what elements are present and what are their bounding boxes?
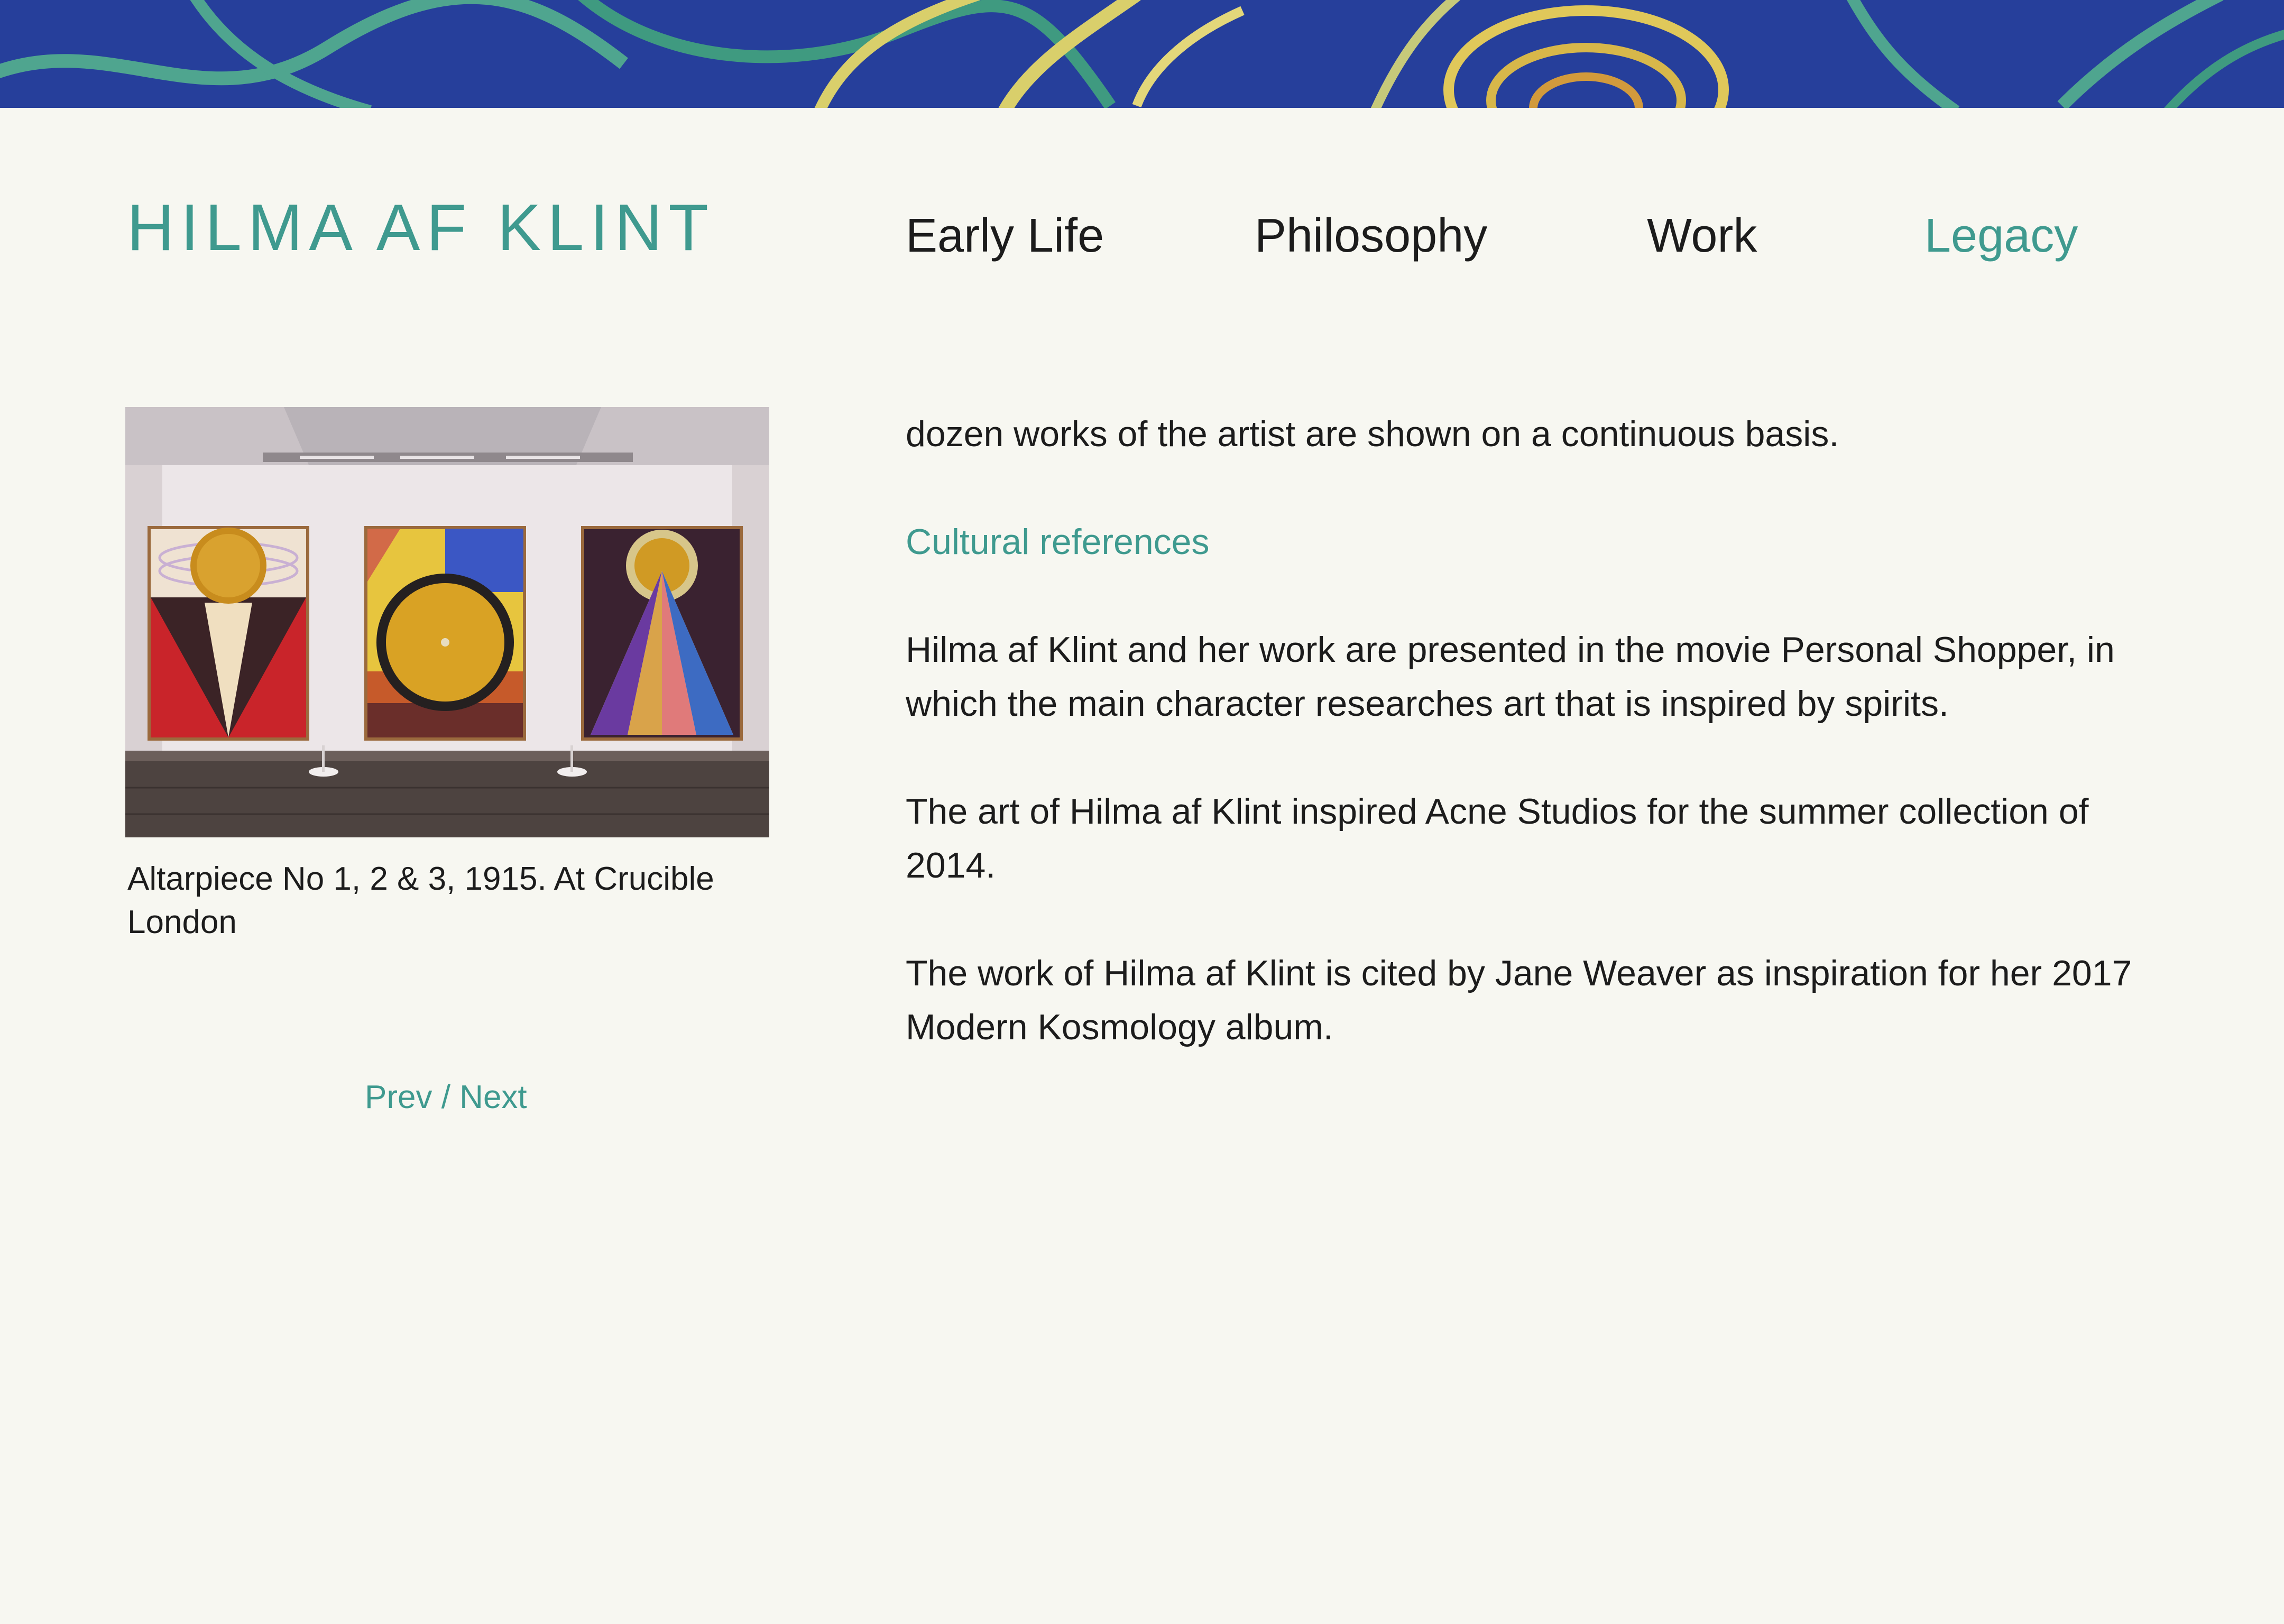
article-content: dozen works of the artist are shown on a… bbox=[906, 407, 2159, 1108]
exhibition-photo bbox=[125, 407, 769, 837]
nav-item-early-life[interactable]: Early Life bbox=[906, 209, 1104, 263]
paragraph: The work of Hilma af Klint is cited by J… bbox=[906, 953, 2132, 1047]
header-banner-painting bbox=[0, 0, 2284, 108]
pager-separator: / bbox=[432, 1079, 460, 1115]
banner-artwork bbox=[0, 0, 2284, 108]
section-heading-cultural-references: Cultural references bbox=[906, 522, 1210, 562]
paragraph: Hilma af Klint and her work are presente… bbox=[906, 630, 2115, 724]
prev-button[interactable]: Prev bbox=[365, 1079, 432, 1115]
intro-text: dozen works of the artist are shown on a… bbox=[906, 414, 1839, 454]
nav-item-work[interactable]: Work bbox=[1647, 209, 1757, 263]
site-logo[interactable]: HILMA AF KLINT bbox=[127, 190, 715, 265]
nav-item-philosophy[interactable]: Philosophy bbox=[1255, 209, 1487, 263]
gallery-caption: Altarpiece No 1, 2 & 3, 1915. At Crucibl… bbox=[127, 861, 714, 940]
gallery-image bbox=[125, 407, 769, 837]
next-button[interactable]: Next bbox=[459, 1079, 527, 1115]
nav-item-legacy[interactable]: Legacy bbox=[1924, 209, 2078, 263]
paragraph: The art of Hilma af Klint inspired Acne … bbox=[906, 791, 2089, 885]
gallery-pager: Prev / Next bbox=[365, 1078, 527, 1116]
